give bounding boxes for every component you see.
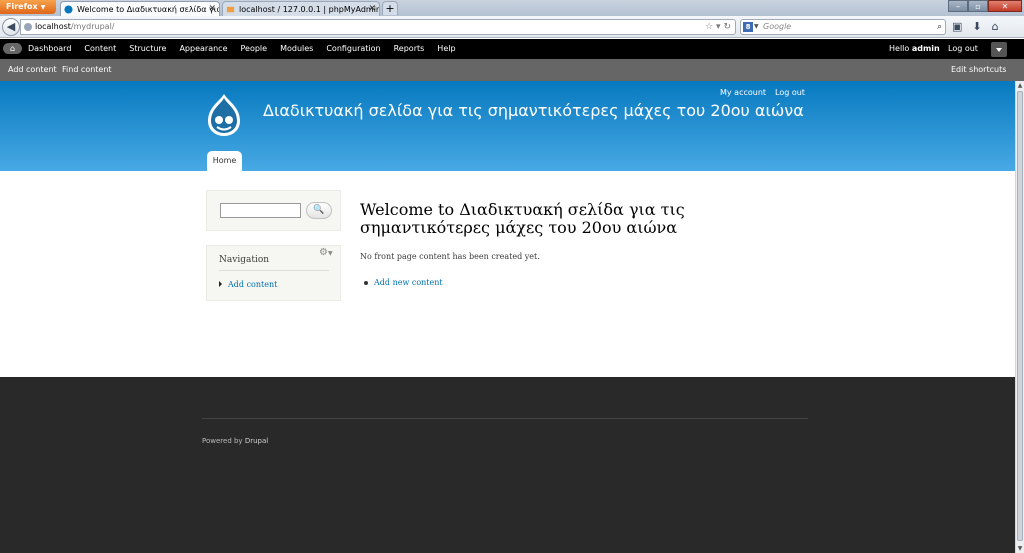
history-dropdown-icon[interactable]: ▾ bbox=[716, 22, 721, 32]
globe-icon bbox=[24, 23, 32, 31]
navigation-title: Navigation bbox=[219, 255, 329, 271]
search-block: 🔍 bbox=[206, 190, 341, 231]
search-icon: 🔍 bbox=[313, 205, 325, 215]
powered-by-label: Powered by bbox=[202, 437, 243, 445]
drupal-logo-icon[interactable] bbox=[204, 93, 244, 137]
window-controls: – ▫ ✕ bbox=[948, 0, 1022, 12]
screenshot-icon[interactable]: ▣ bbox=[952, 20, 962, 33]
firefox-menu-button[interactable]: Firefox ▼ bbox=[0, 0, 56, 14]
shortcut-find-content[interactable]: Find content bbox=[62, 59, 112, 81]
search-input[interactable] bbox=[220, 203, 301, 218]
firefox-menu-label: Firefox bbox=[6, 2, 38, 11]
page-title: Welcome to Διαδικτυακή σελίδα για τις ση… bbox=[360, 200, 685, 237]
new-tab-button[interactable]: + bbox=[382, 1, 398, 15]
search-placeholder: Google bbox=[763, 22, 792, 31]
header-logout-link[interactable]: Log out bbox=[775, 88, 805, 97]
tab-home[interactable]: Home bbox=[207, 151, 242, 171]
drupal-link[interactable]: Drupal bbox=[245, 437, 268, 445]
maximize-icon[interactable]: ▫ bbox=[968, 0, 988, 12]
toolbar-item-appearance[interactable]: Appearance bbox=[179, 39, 227, 59]
minimize-icon[interactable]: – bbox=[948, 0, 968, 12]
browser-nav-bar: ◀ localhost/mydrupal/ ☆ ▾ ↻ 8 ▼ Google ⌕… bbox=[0, 16, 1024, 38]
toolbar-item-configuration[interactable]: Configuration bbox=[326, 39, 380, 59]
nav-link-label: Add content bbox=[228, 280, 278, 289]
close-icon[interactable]: ✕ bbox=[368, 2, 376, 16]
triangle-right-icon bbox=[219, 281, 222, 287]
back-arrow-icon[interactable]: ◀ bbox=[2, 18, 20, 36]
footer-divider bbox=[202, 418, 808, 419]
reload-icon[interactable]: ↻ bbox=[723, 22, 731, 32]
site-header: My account Log out Διαδικτυακή σελίδα γι… bbox=[0, 81, 1015, 171]
browser-tab-bar: Firefox ▼ Welcome to Διαδικτυακή σελίδα γ… bbox=[0, 0, 1024, 16]
toolbar-item-people[interactable]: People bbox=[241, 39, 268, 59]
no-content-message: No front page content has been created y… bbox=[360, 252, 540, 261]
search-bar[interactable]: 8 ▼ Google ⌕ bbox=[740, 19, 946, 35]
url-bar[interactable]: localhost/mydrupal/ ☆ ▾ ↻ bbox=[20, 19, 736, 35]
hello-prefix: Hello bbox=[889, 44, 910, 53]
toolbar-logout-link[interactable]: Log out bbox=[948, 39, 978, 59]
shortcut-add-content[interactable]: Add content bbox=[8, 59, 57, 81]
scroll-up-icon[interactable]: ▲ bbox=[1016, 81, 1024, 90]
chevron-down-icon: ▼ bbox=[40, 4, 46, 11]
url-path: /mydrupal/ bbox=[70, 22, 115, 31]
toolbar-item-content[interactable]: Content bbox=[84, 39, 116, 59]
shortcuts-toggle-button[interactable] bbox=[991, 42, 1007, 57]
url-bar-icons: ☆ ▾ ↻ bbox=[705, 20, 731, 34]
edit-shortcuts-link[interactable]: Edit shortcuts bbox=[951, 59, 1006, 81]
hello-user: Hello admin bbox=[889, 39, 940, 59]
bookmark-star-icon[interactable]: ☆ bbox=[705, 22, 713, 32]
tab-title: localhost / 127.0.0.1 | phpMyAdmin 4.... bbox=[239, 5, 380, 14]
footer: Powered by Drupal bbox=[0, 377, 1015, 553]
shortcuts-bar: Add content Find content Edit shortcuts bbox=[0, 59, 1024, 81]
phpmyadmin-favicon-icon bbox=[226, 6, 235, 13]
browser-tab-drupal[interactable]: Welcome to Διαδικτυακή σελίδα για ... ✕ bbox=[60, 1, 220, 16]
toolbar-item-structure[interactable]: Structure bbox=[129, 39, 166, 59]
powered-by: Powered by Drupal bbox=[202, 437, 268, 445]
toolbar-item-dashboard[interactable]: Dashboard bbox=[28, 39, 71, 59]
close-icon[interactable]: ✕ bbox=[208, 2, 216, 16]
toolbar-item-reports[interactable]: Reports bbox=[394, 39, 425, 59]
vertical-scrollbar[interactable]: ▲ ▼ bbox=[1015, 81, 1024, 553]
scroll-down-icon[interactable]: ▼ bbox=[1016, 544, 1024, 553]
toolbar-item-modules[interactable]: Modules bbox=[280, 39, 313, 59]
url-host: localhost bbox=[35, 22, 71, 31]
search-icon[interactable]: ⌕ bbox=[937, 20, 942, 34]
toolbar-menu: Dashboard Content Structure Appearance P… bbox=[28, 39, 469, 59]
home-icon[interactable]: ⌂ bbox=[992, 20, 999, 33]
scrollbar-thumb[interactable] bbox=[1017, 91, 1023, 541]
close-window-icon[interactable]: ✕ bbox=[988, 0, 1022, 12]
username-link[interactable]: admin bbox=[912, 44, 940, 53]
download-icon[interactable]: ⬇ bbox=[972, 20, 981, 33]
search-engine-icon[interactable]: 8 bbox=[743, 22, 753, 32]
tab-title: Welcome to Διαδικτυακή σελίδα για ... bbox=[77, 5, 220, 14]
toolbar-home-icon[interactable]: ⌂ bbox=[3, 43, 22, 54]
admin-toolbar: ⌂ Dashboard Content Structure Appearance… bbox=[0, 39, 1024, 59]
nav-add-content-link[interactable]: Add content bbox=[219, 280, 277, 289]
add-new-content-link[interactable]: Add new content bbox=[364, 278, 443, 287]
toolbar-item-help[interactable]: Help bbox=[437, 39, 455, 59]
chevron-down-icon: ▼ bbox=[754, 23, 759, 30]
my-account-link[interactable]: My account bbox=[720, 88, 766, 97]
drupal-favicon-icon bbox=[64, 5, 73, 14]
site-name[interactable]: Διαδικτυακή σελίδα για τις σημαντικότερε… bbox=[263, 101, 804, 120]
search-button[interactable]: 🔍 bbox=[306, 202, 332, 219]
navigation-block: ⚙▼ Navigation Add content bbox=[206, 245, 341, 301]
browser-tab-phpmyadmin[interactable]: localhost / 127.0.0.1 | phpMyAdmin 4....… bbox=[222, 1, 380, 16]
browser-tools: ▣ ⬇ ⌂ bbox=[952, 20, 999, 33]
